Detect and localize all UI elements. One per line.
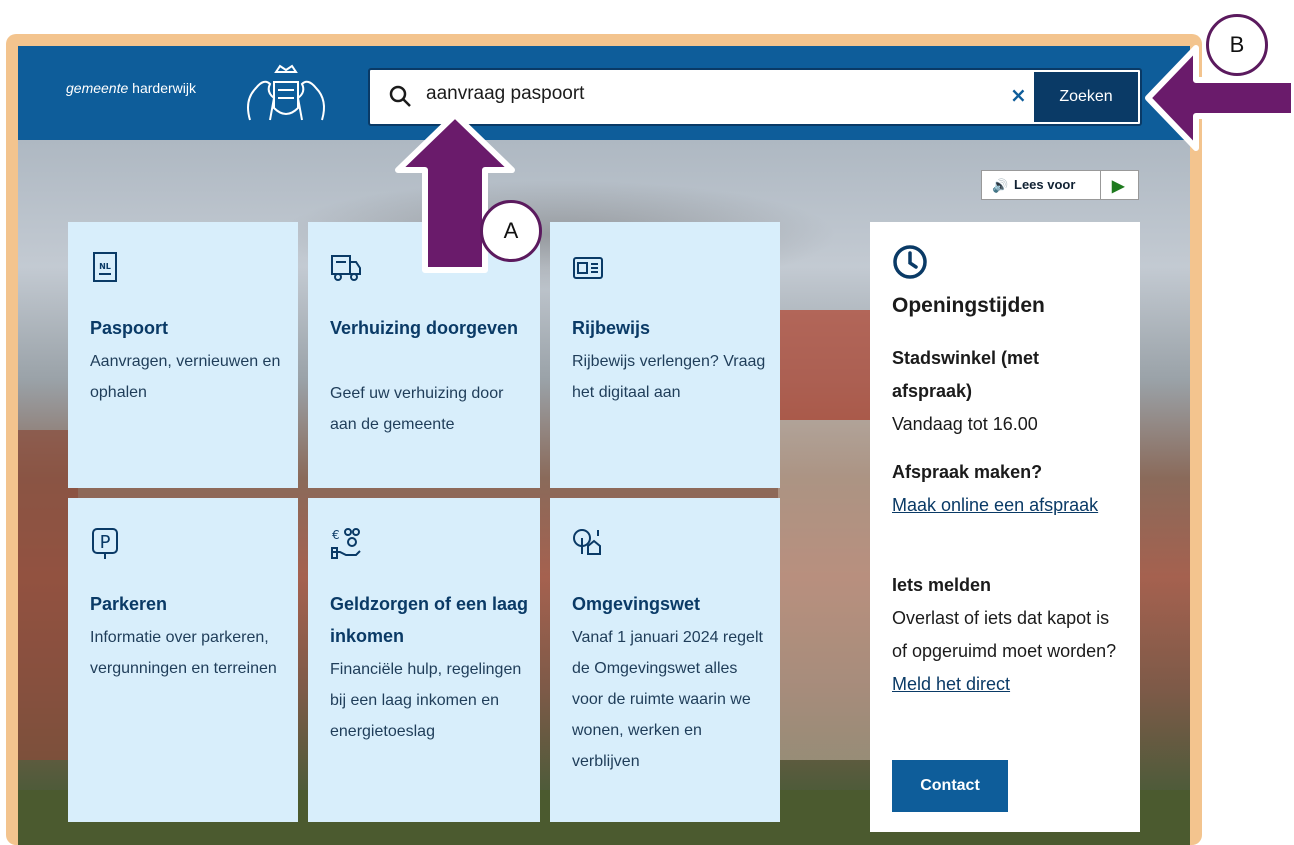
opening-hours-heading: Openingstijden xyxy=(892,294,1045,317)
svg-text:NL: NL xyxy=(99,262,111,271)
card-description: Vanaf 1 januari 2024 regelt de Omgevings… xyxy=(572,629,763,770)
annotation-a-label: A xyxy=(480,200,542,262)
drivers-license-icon xyxy=(573,257,603,279)
appointment-link[interactable]: Maak online een afspraak xyxy=(892,495,1098,515)
card-description: Geef uw verhuizing door aan de gemeente xyxy=(330,385,504,433)
report-text: Overlast of iets dat kapot is of opgerui… xyxy=(892,608,1117,661)
report-heading: Iets melden xyxy=(892,575,992,595)
logo-prefix: gemeente xyxy=(66,80,129,96)
card-rijbewijs[interactable]: Rijbewijs Rijbewijs verlengen? Vraag het… xyxy=(550,222,780,488)
clock-icon xyxy=(893,245,927,279)
report-text-block: Overlast of iets dat kapot is of opgerui… xyxy=(892,602,1127,701)
card-description: Informatie over parkeren, vergunningen e… xyxy=(90,629,277,677)
svg-text:€: € xyxy=(332,528,340,542)
parking-icon: P xyxy=(92,528,118,559)
card-title: Parkeren xyxy=(90,594,168,614)
play-icon[interactable]: ▶ xyxy=(1112,176,1124,196)
annotation-b-label: B xyxy=(1206,14,1268,76)
svg-text:P: P xyxy=(100,532,111,553)
card-omgevingswet[interactable]: Omgevingswet Vanaf 1 januari 2024 regelt… xyxy=(550,498,780,822)
clear-search-icon[interactable]: × xyxy=(1010,83,1027,107)
search-button[interactable]: Zoeken xyxy=(1034,72,1138,122)
card-title: Paspoort xyxy=(90,318,169,338)
card-description: Financiële hulp, regelingen bij een laag… xyxy=(330,661,522,740)
search-bar: aanvraag paspoort × Zoeken xyxy=(368,68,1142,126)
money-help-icon: € xyxy=(331,528,361,559)
read-aloud-widget[interactable]: 🔊 Lees voor ▶ xyxy=(981,170,1139,200)
moving-truck-icon xyxy=(331,255,361,281)
card-title: Rijbewijs xyxy=(572,318,651,338)
site-header: gemeente harderwijk aanvraag paspoort × … xyxy=(18,46,1190,140)
card-verhuizing[interactable]: Verhuizing doorgeven Geef uw verhuizing … xyxy=(308,222,540,488)
appointment-link-container: Maak online een afspraak xyxy=(892,489,1127,522)
card-description: Rijbewijs verlengen? Vraag het digitaal … xyxy=(572,353,766,401)
card-geldzorgen[interactable]: € Geldzorgen of een laag inkomen Financi… xyxy=(308,498,540,822)
appointment-heading: Afspraak maken? xyxy=(892,462,1043,482)
card-title: Verhuizing doorgeven xyxy=(330,318,519,338)
coat-of-arms-icon xyxy=(247,64,325,121)
card-paspoort[interactable]: NL Paspoort Aanvragen, vernieuwen en oph… xyxy=(68,222,298,488)
opening-hours-panel: Openingstijden Stadswinkel (met afspraak… xyxy=(870,222,1140,832)
search-icon xyxy=(389,85,411,107)
card-title: Omgevingswet xyxy=(572,594,701,614)
contact-button[interactable]: Contact xyxy=(892,760,1008,812)
opening-time-today: Vandaag tot 16.00 xyxy=(892,414,1038,434)
report-link[interactable]: Meld het direct xyxy=(892,674,1010,694)
read-aloud-label: Lees voor xyxy=(1014,177,1076,192)
card-title: Geldzorgen of een laag inkomen xyxy=(330,594,529,646)
environment-law-icon xyxy=(573,529,601,555)
location-name: Stadswinkel (met afspraak) xyxy=(892,348,1040,401)
website-viewport: gemeente harderwijk aanvraag paspoort × … xyxy=(18,46,1190,845)
passport-icon: NL xyxy=(93,252,117,282)
card-description: Aanvragen, vernieuwen en ophalen xyxy=(90,353,281,401)
speaker-icon: 🔊 xyxy=(992,178,1009,193)
logo-name: harderwijk xyxy=(132,80,196,96)
card-parkeren[interactable]: P Parkeren Informatie over parkeren, ver… xyxy=(68,498,298,822)
site-logo[interactable]: gemeente harderwijk xyxy=(66,80,196,96)
search-input[interactable]: aanvraag paspoort xyxy=(426,83,584,105)
